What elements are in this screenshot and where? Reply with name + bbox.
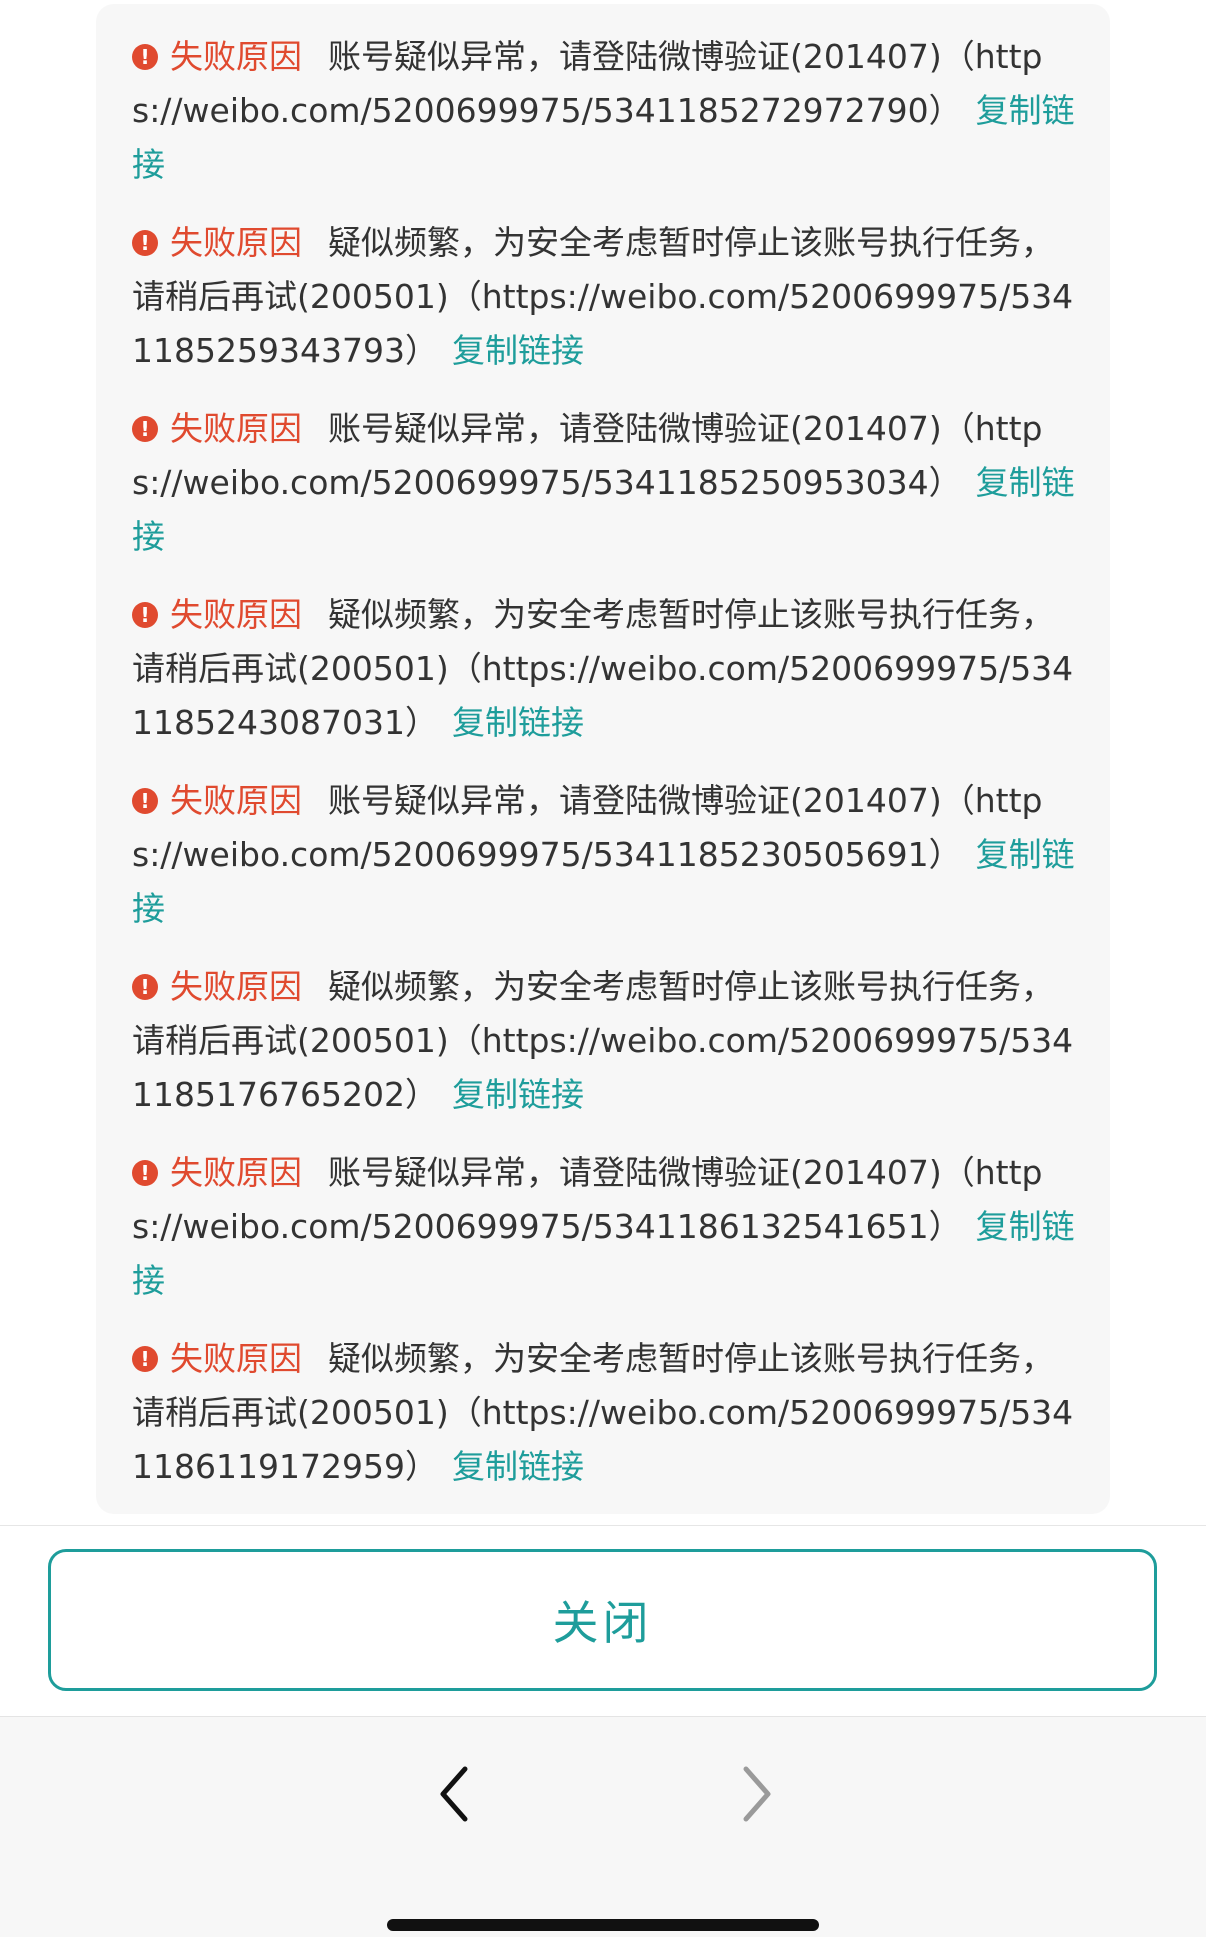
chevron-left-icon xyxy=(440,1766,468,1822)
browser-nav-bar xyxy=(0,1716,1206,1937)
exclamation-circle-icon: ! xyxy=(132,416,158,442)
failure-entry: ! 失败原因 账号疑似异常，请登陆微博验证(201407)（https://weib… xyxy=(132,30,1080,192)
failure-reason-label: 失败原因 xyxy=(170,967,302,1006)
failure-reason-label: 失败原因 xyxy=(170,595,302,634)
copy-link-button[interactable]: 复制链接 xyxy=(452,1447,584,1486)
failure-reason-label: 失败原因 xyxy=(170,37,302,76)
divider xyxy=(0,1525,1206,1526)
failure-entry: ! 失败原因 疑似频繁，为安全考虑暂时停止该账号执行任务，请稍后再试(200501)… xyxy=(132,1332,1080,1494)
copy-link-button[interactable]: 复制链接 xyxy=(452,1075,584,1114)
close-button[interactable]: 关闭 xyxy=(48,1549,1157,1691)
exclamation-circle-icon: ! xyxy=(132,1346,158,1372)
failure-entry: ! 失败原因 疑似频繁，为安全考虑暂时停止该账号执行任务，请稍后再试(200501)… xyxy=(132,960,1080,1122)
exclamation-circle-icon: ! xyxy=(132,788,158,814)
copy-link-button[interactable]: 复制链接 xyxy=(452,703,584,742)
failure-reason-label: 失败原因 xyxy=(170,409,302,448)
failure-entry: ! 失败原因 账号疑似异常，请登陆微博验证(201407)（https://weib… xyxy=(132,774,1080,936)
copy-link-button[interactable]: 复制链接 xyxy=(452,331,584,370)
exclamation-circle-icon: ! xyxy=(132,230,158,256)
failure-entry: ! 失败原因 疑似频繁，为安全考虑暂时停止该账号执行任务，请稍后再试(200501)… xyxy=(132,216,1080,378)
failure-reason-label: 失败原因 xyxy=(170,781,302,820)
failure-reason-label: 失败原因 xyxy=(170,1153,302,1192)
exclamation-circle-icon: ! xyxy=(132,602,158,628)
chevron-right-icon xyxy=(743,1766,771,1822)
failure-entry: ! 失败原因 疑似频繁，为安全考虑暂时停止该账号执行任务，请稍后再试(200501)… xyxy=(132,588,1080,750)
failure-reason-label: 失败原因 xyxy=(170,1339,302,1378)
forward-button[interactable] xyxy=(726,1759,786,1829)
failure-entry: ! 失败原因 账号疑似异常，请登陆微博验证(201407)（https://weib… xyxy=(132,1146,1080,1308)
failure-reason-label: 失败原因 xyxy=(170,223,302,262)
exclamation-circle-icon: ! xyxy=(132,974,158,1000)
failure-list-panel: ! 失败原因 账号疑似异常，请登陆微博验证(201407)（https://weib… xyxy=(96,4,1110,1514)
exclamation-circle-icon: ! xyxy=(132,44,158,70)
back-button[interactable] xyxy=(425,1759,485,1829)
exclamation-circle-icon: ! xyxy=(132,1160,158,1186)
home-indicator[interactable] xyxy=(387,1919,819,1931)
failure-entry: ! 失败原因 账号疑似异常，请登陆微博验证(201407)（https://weib… xyxy=(132,402,1080,564)
